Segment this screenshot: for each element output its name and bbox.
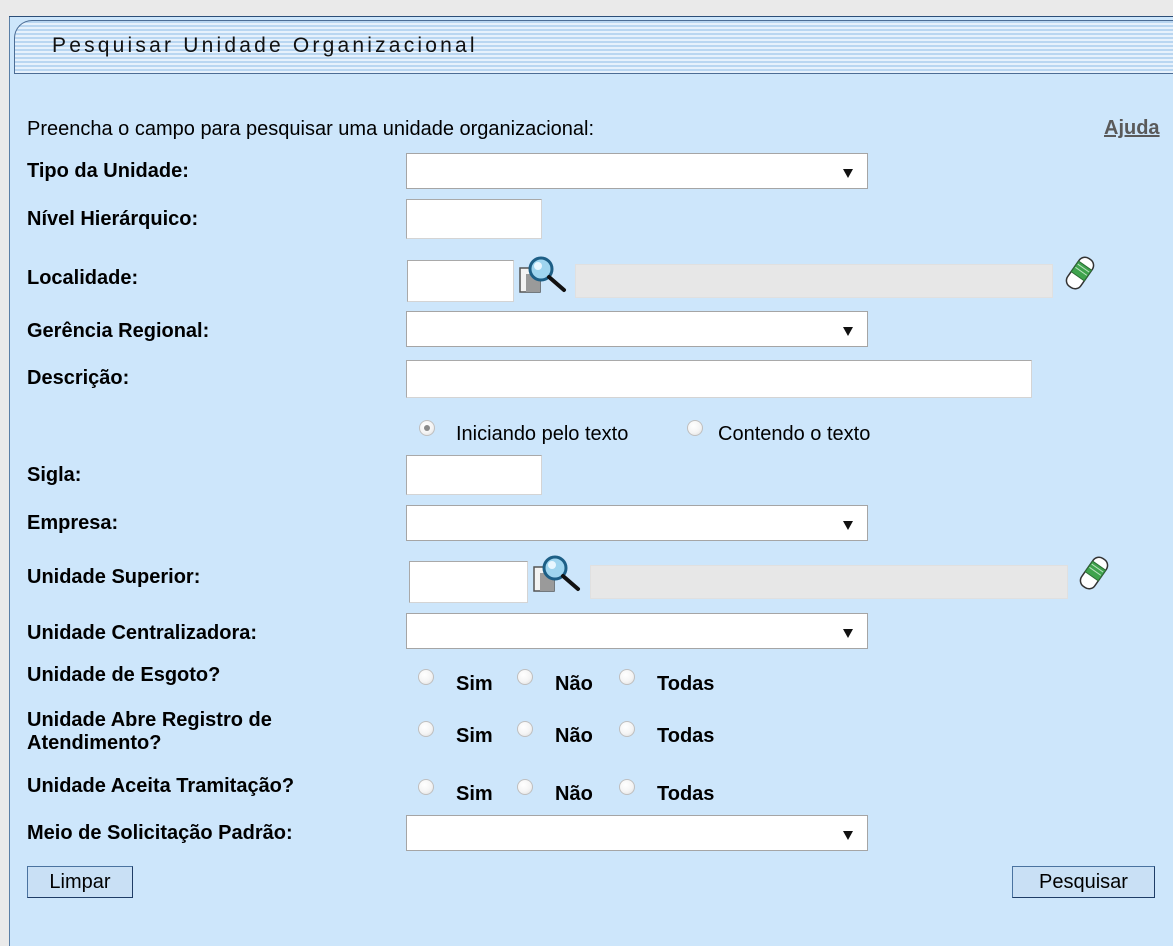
label-nivel-hierarquico: Nível Hierárquico: <box>27 208 199 230</box>
label-tipo-unidade: Tipo da Unidade: <box>27 160 189 182</box>
descricao-input[interactable] <box>406 360 1032 398</box>
label-unidade-centralizadora: Unidade Centralizadora: <box>27 622 258 644</box>
esgoto-nao-label: Não <box>555 673 593 695</box>
esgoto-radio-nao[interactable] <box>517 669 533 685</box>
tramitacao-sim-label: Sim <box>456 783 493 805</box>
esgoto-radio-todas[interactable] <box>619 669 635 685</box>
label-unidade-aceita-tramitacao: Unidade Aceita Tramitação? <box>27 775 295 797</box>
unidade-superior-eraser-icon[interactable] <box>1074 552 1114 594</box>
label-meio-solicitacao: Meio de Solicitação Padrão: <box>27 822 293 844</box>
label-descricao: Descrição: <box>27 367 130 389</box>
registro-radio-sim[interactable] <box>418 721 434 737</box>
unidade-superior-search-icon[interactable] <box>532 553 584 593</box>
label-unidade-abre-registro: Unidade Abre Registro de Atendimento? <box>27 709 272 755</box>
dropdown-arrow-icon <box>843 629 853 638</box>
unidade-centralizadora-select[interactable] <box>406 613 868 649</box>
dropdown-arrow-icon <box>843 521 853 530</box>
label-unidade-abre-registro-line2: Atendimento? <box>27 732 162 754</box>
registro-sim-label: Sim <box>456 725 493 747</box>
instruction-text: Preencha o campo para pesquisar uma unid… <box>27 118 595 140</box>
empresa-select[interactable] <box>406 505 868 541</box>
label-sigla: Sigla: <box>27 464 82 486</box>
label-unidade-esgoto: Unidade de Esgoto? <box>27 664 221 686</box>
tramitacao-todas-label: Todas <box>657 783 715 805</box>
page-title: Pesquisar Unidade Organizacional <box>52 34 478 57</box>
tipo-unidade-select[interactable] <box>406 153 868 189</box>
label-localidade: Localidade: <box>27 267 139 289</box>
registro-nao-label: Não <box>555 725 593 747</box>
radio-contendo-label: Contendo o texto <box>718 423 871 445</box>
meio-solicitacao-select[interactable] <box>406 815 868 851</box>
tramitacao-radio-todas[interactable] <box>619 779 635 795</box>
registro-radio-nao[interactable] <box>517 721 533 737</box>
limpar-button[interactable]: Limpar <box>27 866 133 898</box>
unidade-superior-name-field <box>590 565 1068 599</box>
localidade-code-input[interactable] <box>407 260 514 302</box>
radio-iniciando[interactable] <box>419 420 435 436</box>
dropdown-arrow-icon <box>843 327 853 336</box>
pesquisar-button[interactable]: Pesquisar <box>1012 866 1155 898</box>
localidade-name-field <box>575 264 1053 298</box>
tramitacao-nao-label: Não <box>555 783 593 805</box>
registro-todas-label: Todas <box>657 725 715 747</box>
help-link[interactable]: Ajuda <box>1104 117 1160 140</box>
radio-iniciando-label: Iniciando pelo texto <box>456 423 629 445</box>
label-empresa: Empresa: <box>27 512 119 534</box>
esgoto-radio-sim[interactable] <box>418 669 434 685</box>
label-unidade-superior: Unidade Superior: <box>27 566 201 588</box>
radio-contendo[interactable] <box>687 420 703 436</box>
label-gerencia-regional: Gerência Regional: <box>27 320 210 342</box>
registro-radio-todas[interactable] <box>619 721 635 737</box>
dropdown-arrow-icon <box>843 169 853 178</box>
localidade-eraser-icon[interactable] <box>1060 252 1100 294</box>
esgoto-sim-label: Sim <box>456 673 493 695</box>
localidade-search-icon[interactable] <box>518 254 570 294</box>
gerencia-regional-select[interactable] <box>406 311 868 347</box>
dropdown-arrow-icon <box>843 831 853 840</box>
unidade-superior-code-input[interactable] <box>409 561 528 603</box>
esgoto-todas-label: Todas <box>657 673 715 695</box>
tramitacao-radio-sim[interactable] <box>418 779 434 795</box>
label-unidade-abre-registro-line1: Unidade Abre Registro de <box>27 709 272 731</box>
nivel-hierarquico-input[interactable] <box>406 199 542 239</box>
sigla-input[interactable] <box>406 455 542 495</box>
tramitacao-radio-nao[interactable] <box>517 779 533 795</box>
